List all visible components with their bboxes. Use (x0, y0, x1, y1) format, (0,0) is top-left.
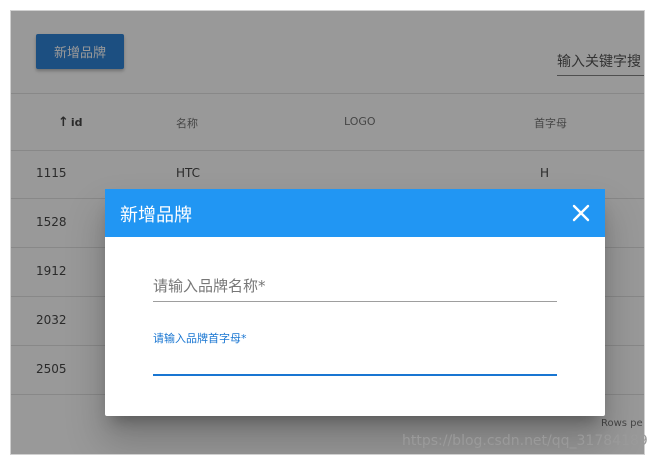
brand-letter-input[interactable] (153, 374, 557, 376)
dialog-toolbar: 新增品牌 (105, 189, 605, 237)
dialog-title: 新增品牌 (120, 205, 192, 226)
watermark-text: https://blog.csdn.net/qq_31784189 (402, 433, 648, 449)
brand-letter-label: 请输入品牌首字母* (153, 332, 247, 345)
brand-name-input[interactable]: 请输入品牌名称* (153, 275, 557, 302)
screenshot-frame: 新增品牌 输入关键字搜 ↑ id 名称 LOGO 首字母 1115 HTC H 1… (10, 10, 645, 455)
close-icon[interactable] (571, 203, 591, 223)
add-brand-dialog: 新增品牌 请输入品牌名称* 请输入品牌首字母* (105, 189, 605, 416)
